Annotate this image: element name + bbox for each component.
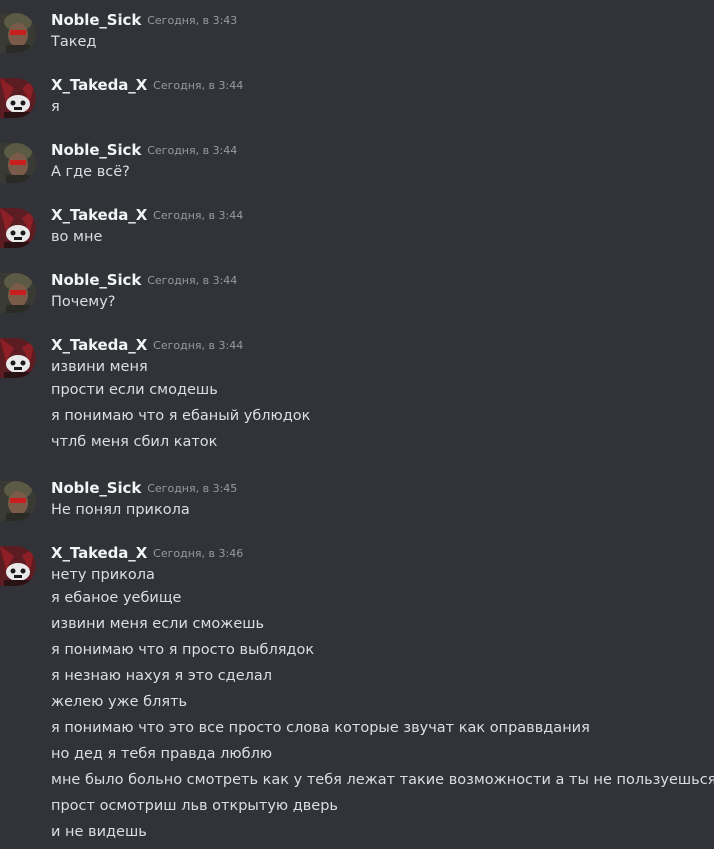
noble-sick-avatar[interactable] xyxy=(0,273,36,313)
timestamp: Сегодня, в 3:44 xyxy=(147,144,238,157)
timestamp: Сегодня, в 3:44 xyxy=(153,79,244,92)
message-line: я незнаю нахуя я это сделал xyxy=(51,668,273,684)
noble-sick-avatar[interactable] xyxy=(0,13,36,53)
author-name[interactable]: Noble_Sick xyxy=(51,11,141,29)
message-header: Noble_Sick Сегодня, в 3:43 xyxy=(51,10,237,32)
author-name[interactable]: X_Takeda_X xyxy=(51,544,147,562)
message-content: во мне xyxy=(51,227,102,247)
message-line: А где всё? xyxy=(51,164,130,180)
message-line: я понимаю что я ебаный ублюдок xyxy=(51,408,311,424)
author-name[interactable]: Noble_Sick xyxy=(51,479,141,497)
message-content: я xyxy=(51,97,60,117)
message-line: чтлб меня сбил каток xyxy=(51,434,218,450)
author-name[interactable]: X_Takeda_X xyxy=(51,206,147,224)
message-header: X_Takeda_X Сегодня, в 3:44 xyxy=(51,335,243,357)
message-content: А где всё? xyxy=(51,162,130,182)
message-line: я ебаное уебище xyxy=(51,590,182,606)
timestamp: Сегодня, в 3:44 xyxy=(147,274,238,287)
noble-sick-avatar[interactable] xyxy=(0,143,36,183)
x-takeda-avatar[interactable] xyxy=(0,78,36,118)
message-content: Почему? xyxy=(51,292,115,312)
message-header: X_Takeda_X Сегодня, в 3:44 xyxy=(51,205,243,227)
message-line: Такед xyxy=(51,34,97,50)
message-content: извини меня прости если смодешь я понимаю … xyxy=(51,357,310,455)
message-header: X_Takeda_X Сегодня, в 3:44 xyxy=(51,75,243,97)
timestamp: Сегодня, в 3:44 xyxy=(153,339,244,352)
timestamp: Сегодня, в 3:44 xyxy=(153,209,244,222)
message-line: и не видешь xyxy=(51,824,147,840)
message-header: X_Takeda_X Сегодня, в 3:46 xyxy=(51,543,243,565)
message-line: но дед я тебя правда люблю xyxy=(51,746,273,762)
timestamp: Сегодня, в 3:45 xyxy=(147,482,238,495)
noble-sick-avatar[interactable] xyxy=(0,481,36,521)
x-takeda-avatar[interactable] xyxy=(0,208,36,248)
message-header: Noble_Sick Сегодня, в 3:44 xyxy=(51,270,237,292)
message-header: Noble_Sick Сегодня, в 3:44 xyxy=(51,140,237,162)
timestamp: Сегодня, в 3:46 xyxy=(153,547,244,560)
author-name[interactable]: Noble_Sick xyxy=(51,141,141,159)
author-name[interactable]: X_Takeda_X xyxy=(51,76,147,94)
message-content: нету прикола я ебаное уебище извини меня е… xyxy=(51,565,714,845)
message-line: нету прикола xyxy=(51,567,155,583)
message-header: Noble_Sick Сегодня, в 3:45 xyxy=(51,478,237,500)
message-line: прост осмотриш льв открытую дверь xyxy=(51,798,338,814)
message-line: мне было больно смотреть как у тебя лежа… xyxy=(51,772,714,788)
message-content: Не понял прикола xyxy=(51,500,190,520)
x-takeda-avatar[interactable] xyxy=(0,338,36,378)
message-line: я понимаю что я просто выблядок xyxy=(51,642,315,658)
message-line: во мне xyxy=(51,229,103,245)
message-line: Не понял прикола xyxy=(51,502,190,518)
message-line: извини меня xyxy=(51,359,148,375)
message-line: извини меня если сможешь xyxy=(51,616,265,632)
message-line: Почему? xyxy=(51,294,116,310)
timestamp: Сегодня, в 3:43 xyxy=(147,14,238,27)
x-takeda-avatar[interactable] xyxy=(0,546,36,586)
author-name[interactable]: X_Takeda_X xyxy=(51,336,147,354)
author-name[interactable]: Noble_Sick xyxy=(51,271,141,289)
message-line: я xyxy=(51,99,60,115)
message-content: Такед xyxy=(51,32,96,52)
message-line: желею уже блять xyxy=(51,694,188,710)
message-line: прости если смодешь xyxy=(51,382,218,398)
message-line: я понимаю что это все просто слова котор… xyxy=(51,720,590,736)
